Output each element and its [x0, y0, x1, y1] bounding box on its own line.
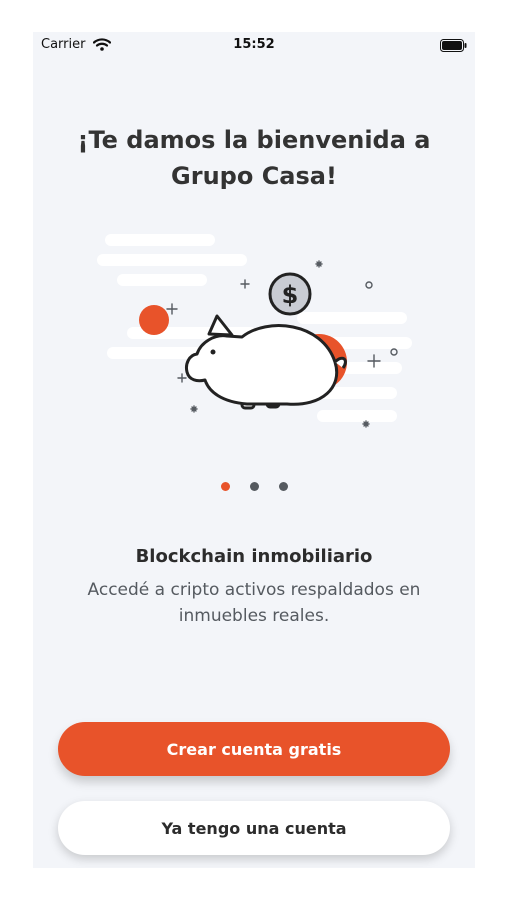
- login-button[interactable]: Ya tengo una cuenta: [58, 801, 450, 855]
- coin-symbol: $: [282, 281, 299, 309]
- welcome-title: ¡Te damos la bienvenida a Grupo Casa!: [77, 126, 431, 190]
- onboarding-screen: Carrier 15:52 ¡Te damos la bienvenida a …: [33, 32, 475, 868]
- piggy-bank-illustration: $: [97, 234, 412, 428]
- status-bar: Carrier 15:52: [33, 32, 475, 58]
- battery-icon: [440, 39, 467, 52]
- coin-icon: $: [268, 272, 312, 316]
- clock-time: 15:52: [233, 37, 275, 52]
- orange-circle-small: [139, 305, 169, 335]
- page-dot-3[interactable]: [278, 482, 288, 491]
- page-dot-2[interactable]: [249, 482, 259, 491]
- page-dot-1[interactable]: [220, 482, 230, 491]
- feature-description: Accedé a cripto activos respaldados en i…: [87, 580, 421, 626]
- create-account-button[interactable]: Crear cuenta gratis: [58, 722, 450, 776]
- feature-title: Blockchain inmobiliario: [135, 546, 373, 567]
- page-indicator: [33, 482, 475, 491]
- piggy-bank-icon: [185, 314, 347, 410]
